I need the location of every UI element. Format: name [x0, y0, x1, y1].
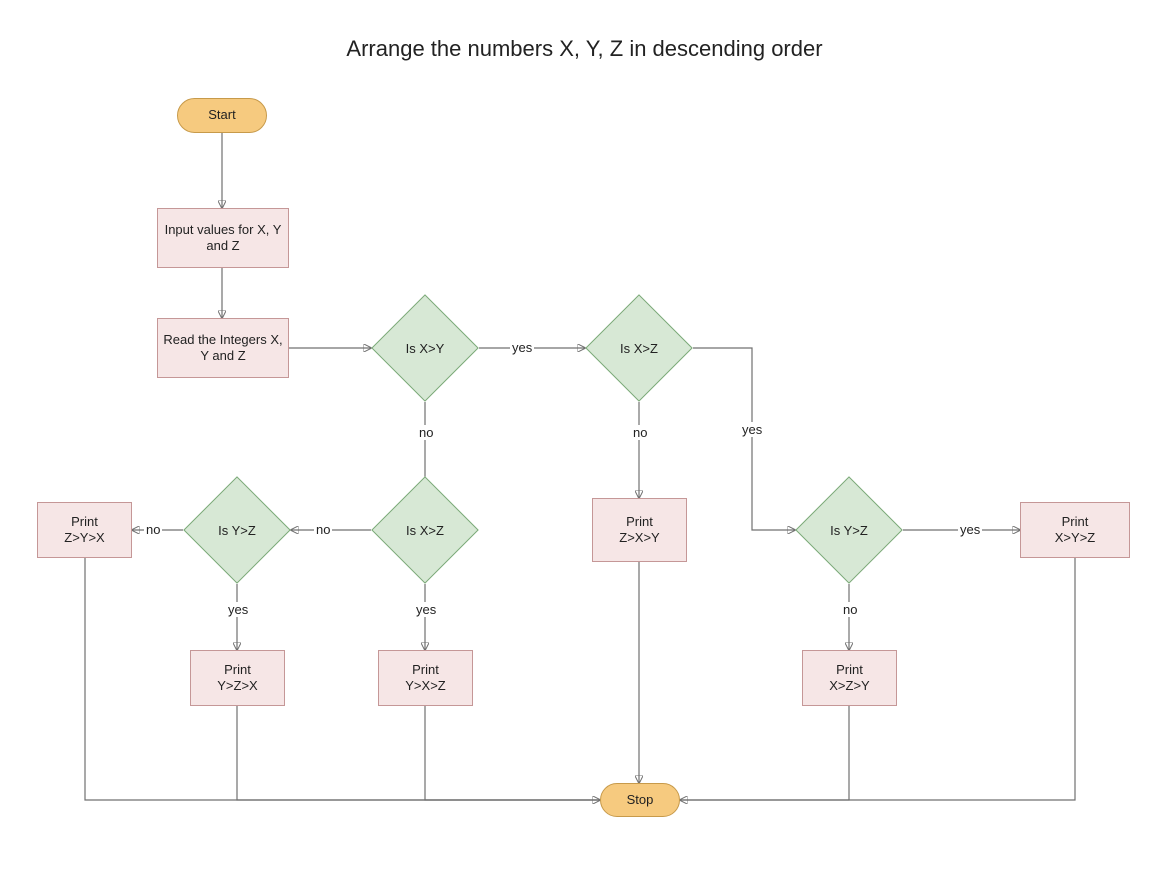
print-xzy-label: Print X>Z>Y: [829, 662, 869, 695]
decision-x-gt-z-left: Is X>Z: [387, 492, 463, 568]
edge-xz-left-no: no: [314, 522, 332, 537]
print-zyx: Print Z>Y>X: [37, 502, 132, 558]
diagram-title: Arrange the numbers X, Y, Z in descendin…: [0, 36, 1169, 62]
edge-xy-yes: yes: [510, 340, 534, 355]
start-terminator: Start: [177, 98, 267, 133]
edge-xz-left-yes: yes: [414, 602, 438, 617]
edge-yz-right-yes: yes: [958, 522, 982, 537]
print-yzx: Print Y>Z>X: [190, 650, 285, 706]
edge-yz-left-no: no: [144, 522, 162, 537]
print-xyz: Print X>Y>Z: [1020, 502, 1130, 558]
decision-x-gt-z-top: Is X>Z: [601, 310, 677, 386]
flowchart-canvas: Arrange the numbers X, Y, Z in descendin…: [0, 0, 1169, 880]
edge-yz-right-no: no: [841, 602, 859, 617]
input-process: Input values for X, Y and Z: [157, 208, 289, 268]
decision-y-gt-z-right: Is Y>Z: [811, 492, 887, 568]
edge-xy-no: no: [417, 425, 435, 440]
print-yxz-label: Print Y>X>Z: [405, 662, 445, 695]
decision-y-gt-z-left: Is Y>Z: [199, 492, 275, 568]
print-zyx-label: Print Z>Y>X: [64, 514, 104, 547]
print-zxy: Print Z>X>Y: [592, 498, 687, 562]
edge-xz-top-yes: yes: [740, 422, 764, 437]
print-xyz-label: Print X>Y>Z: [1055, 514, 1095, 547]
edge-yz-left-yes: yes: [226, 602, 250, 617]
print-yzx-label: Print Y>Z>X: [217, 662, 257, 695]
print-xzy: Print X>Z>Y: [802, 650, 897, 706]
decision-x-gt-y: Is X>Y: [387, 310, 463, 386]
connectors-layer: [0, 0, 1169, 880]
read-process: Read the Integers X, Y and Z: [157, 318, 289, 378]
stop-label: Stop: [627, 792, 654, 808]
read-label: Read the Integers X, Y and Z: [162, 332, 284, 365]
stop-terminator: Stop: [600, 783, 680, 817]
input-label: Input values for X, Y and Z: [162, 222, 284, 255]
start-label: Start: [208, 107, 235, 123]
edge-xz-top-no: no: [631, 425, 649, 440]
print-zxy-label: Print Z>X>Y: [619, 514, 659, 547]
print-yxz: Print Y>X>Z: [378, 650, 473, 706]
